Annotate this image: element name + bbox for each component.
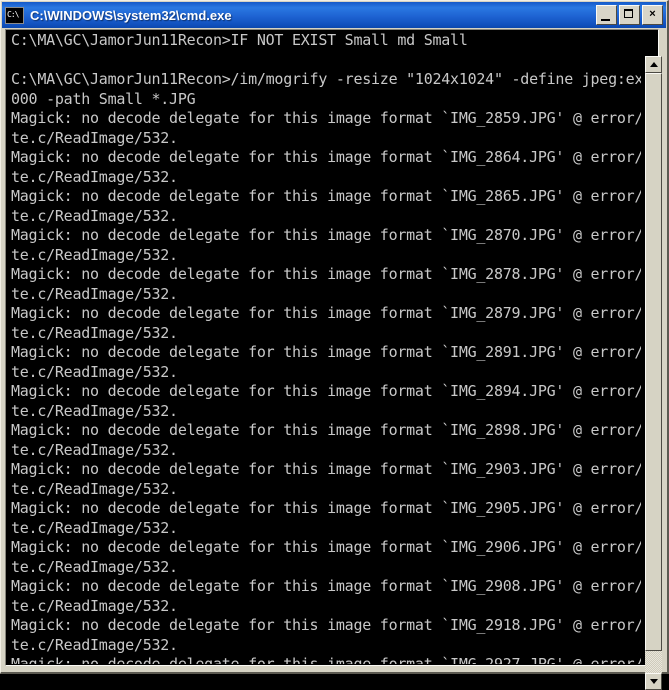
console-line: Magick: no decode delegate for this imag…	[11, 226, 641, 244]
console-line: te.c/ReadImage/532.	[11, 401, 178, 420]
console-line: Magick: no decode delegate for this imag…	[11, 382, 641, 400]
close-icon: ×	[649, 8, 656, 20]
console-line: te.c/ReadImage/532.	[11, 479, 178, 498]
cmd-console-icon[interactable]: C:\	[5, 6, 24, 24]
console-line: te.c/ReadImage/532.	[11, 323, 178, 342]
console-line: Magick: no decode delegate for this imag…	[11, 109, 641, 127]
cmd-window: C:\ C:\WINDOWS\system32\cmd.exe × C:\MA\…	[0, 0, 669, 690]
vertical-scrollbar[interactable]	[645, 56, 662, 690]
console-line: Magick: no decode delegate for this imag…	[11, 460, 641, 478]
console-line: Magick: no decode delegate for this imag…	[11, 148, 641, 166]
console-line: te.c/ReadImage/532.	[11, 440, 178, 459]
scroll-up-button[interactable]	[645, 56, 662, 73]
console-line: Magick: no decode delegate for this imag…	[11, 265, 641, 283]
scrollbar-track[interactable]	[645, 73, 662, 673]
console-line: Magick: no decode delegate for this imag…	[11, 421, 641, 439]
console-line: Magick: no decode delegate for this imag…	[11, 343, 641, 361]
cmd-icon-label: C:\	[7, 9, 19, 19]
console-line: te.c/ReadImage/532.	[11, 245, 178, 264]
scroll-down-icon	[649, 679, 658, 684]
console-output[interactable]: C:\MA\GC\JamorJun11Recon>IF NOT EXIST Sm…	[7, 31, 641, 664]
scroll-up-icon	[649, 62, 658, 67]
console-line: Magick: no decode delegate for this imag…	[11, 616, 641, 634]
console-line: Magick: no decode delegate for this imag…	[11, 655, 641, 664]
console-line: Magick: no decode delegate for this imag…	[11, 538, 641, 556]
scroll-down-button[interactable]	[645, 673, 662, 690]
console-line: C:\MA\GC\JamorJun11Recon>IF NOT EXIST Sm…	[11, 31, 468, 49]
console-frame: C:\MA\GC\JamorJun11Recon>IF NOT EXIST Sm…	[5, 29, 659, 666]
minimize-button[interactable]	[596, 5, 617, 25]
close-button[interactable]: ×	[642, 5, 663, 25]
window-client-area: C:\MA\GC\JamorJun11Recon>IF NOT EXIST Sm…	[2, 28, 666, 690]
console-line: te.c/ReadImage/532.	[11, 206, 178, 225]
console-line: te.c/ReadImage/532.	[11, 167, 178, 186]
console-line: te.c/ReadImage/532.	[11, 557, 178, 576]
title-bar[interactable]: C:\ C:\WINDOWS\system32\cmd.exe ×	[2, 2, 666, 28]
console-line: te.c/ReadImage/532.	[11, 362, 178, 381]
console-line: te.c/ReadImage/532.	[11, 635, 178, 654]
console-line: te.c/ReadImage/532.	[11, 596, 178, 615]
window-controls: ×	[596, 5, 663, 25]
console-line: te.c/ReadImage/532.	[11, 518, 178, 537]
console-line: C:\MA\GC\JamorJun11Recon>/im/mogrify -re…	[11, 70, 641, 88]
console-line: 000 -path Small *.JPG	[11, 89, 196, 108]
console-line: Magick: no decode delegate for this imag…	[11, 499, 641, 517]
console-line: te.c/ReadImage/532.	[11, 284, 178, 303]
maximize-button[interactable]	[619, 5, 640, 25]
console-line: Magick: no decode delegate for this imag…	[11, 304, 641, 322]
console-line: te.c/ReadImage/532.	[11, 128, 178, 147]
window-title: C:\WINDOWS\system32\cmd.exe	[30, 7, 232, 23]
maximize-icon	[624, 9, 633, 18]
scrollbar-thumb[interactable]	[645, 73, 662, 651]
minimize-icon	[601, 19, 610, 21]
console-line: Magick: no decode delegate for this imag…	[11, 577, 641, 595]
console-line: Magick: no decode delegate for this imag…	[11, 187, 641, 205]
